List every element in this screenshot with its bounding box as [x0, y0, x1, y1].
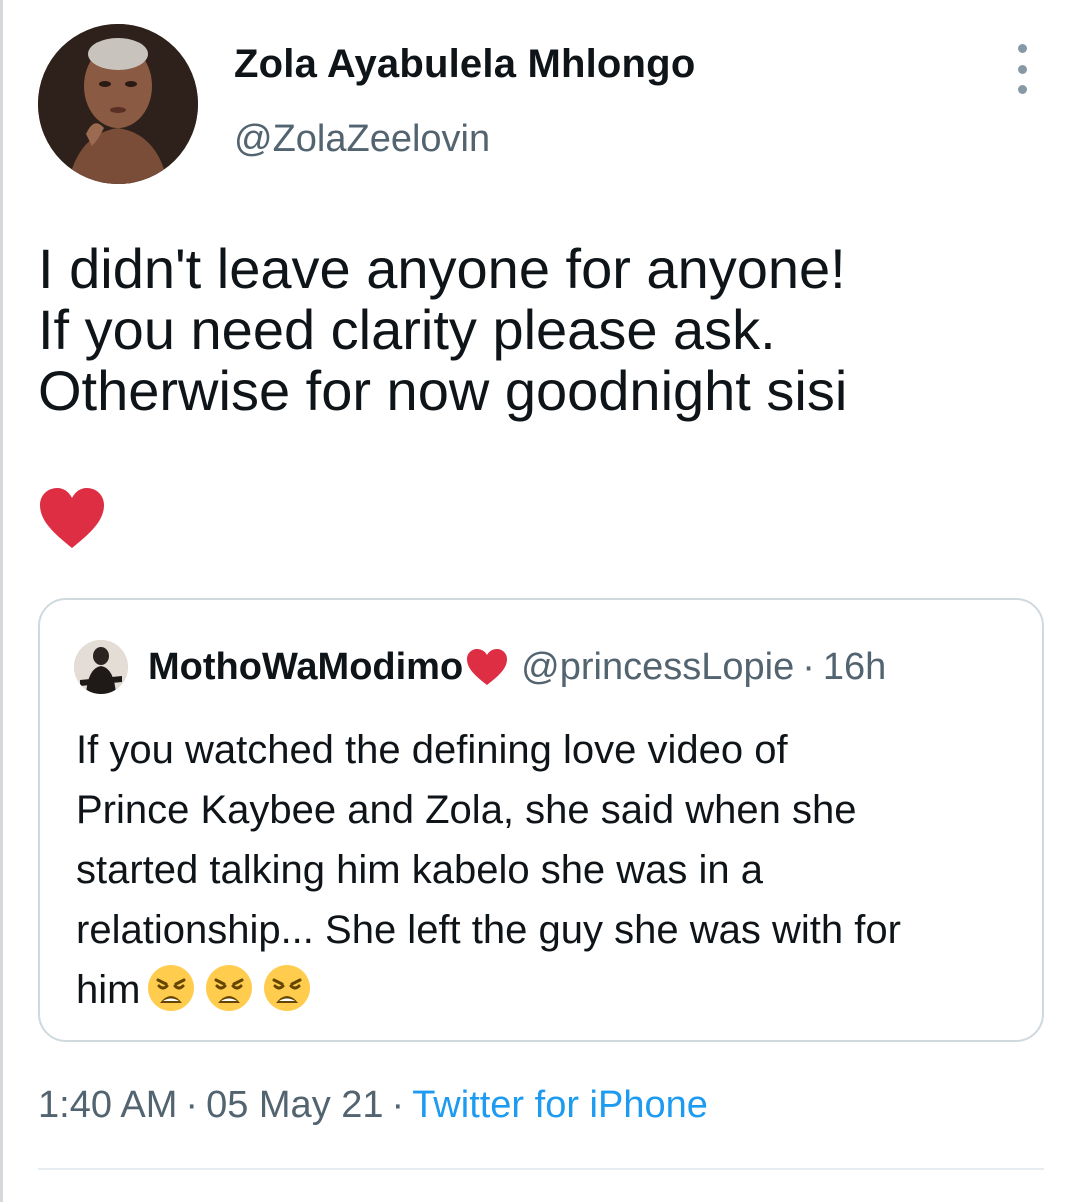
quoted-tweet-line: If you watched the defining love video o… — [76, 728, 788, 772]
quoted-tweet-line: Prince Kaybee and Zola, she said when sh… — [76, 788, 857, 832]
tweet-line: Otherwise for now goodnight sisi — [38, 359, 848, 422]
author-display-name[interactable]: Zola Ayabulela Mhlongo — [234, 42, 695, 87]
weary-face-icon — [148, 965, 195, 1012]
tweet-meta: 1:40 AM · 05 May 21 · Twitter for iPhone — [38, 1084, 708, 1127]
quoted-tweet-time[interactable]: 16h — [823, 646, 886, 689]
more-options-button[interactable] — [1004, 44, 1040, 94]
more-dot-icon — [1017, 85, 1027, 94]
divider — [38, 1168, 1044, 1170]
tweet-line: I didn't leave anyone for anyone! — [38, 237, 846, 300]
tweet-body: I didn't leave anyone for anyone! If you… — [38, 238, 1048, 421]
quoted-tweet-last-line: him — [76, 960, 1026, 1020]
weary-face-icon — [264, 965, 311, 1012]
quoted-author-handle[interactable]: @princessLopie — [521, 646, 794, 689]
weary-face-icon — [206, 965, 253, 1012]
quoted-tweet-header: MothoWaModimo @princessLopie · 16h — [148, 642, 886, 692]
tweet-time[interactable]: 1:40 AM — [38, 1084, 177, 1126]
left-edge-rule — [0, 0, 3, 1202]
quoted-tweet-body: If you watched the defining love video o… — [76, 720, 1026, 1020]
red-heart-icon — [40, 488, 104, 548]
quoted-tweet-line: him — [76, 968, 141, 1012]
author-avatar[interactable] — [38, 24, 198, 184]
more-dot-icon — [1017, 44, 1027, 53]
tweet-source-link[interactable]: Twitter for iPhone — [412, 1084, 708, 1126]
dot-separator: · — [185, 1084, 199, 1126]
more-dot-icon — [1017, 64, 1027, 74]
quoted-tweet-card[interactable]: MothoWaModimo @princessLopie · 16h If yo… — [38, 598, 1044, 1042]
quoted-tweet-line: relationship... She left the guy she was… — [76, 908, 901, 952]
dot-separator: · — [391, 1084, 405, 1126]
red-heart-icon — [467, 649, 508, 685]
emoji-row — [146, 963, 312, 1013]
quoted-author-name[interactable]: MothoWaModimo — [148, 646, 463, 689]
author-portrait-icon — [38, 24, 198, 184]
tweet-date[interactable]: 05 May 21 — [206, 1084, 383, 1126]
quoted-tweet-line: started talking him kabelo she was in a — [76, 848, 764, 892]
quoted-author-avatar[interactable] — [74, 640, 128, 694]
dot-separator: · — [802, 645, 815, 688]
quoted-author-portrait-icon — [74, 640, 128, 694]
tweet-line: If you need clarity please ask. — [38, 298, 776, 361]
author-handle[interactable]: @ZolaZeelovin — [234, 118, 490, 161]
